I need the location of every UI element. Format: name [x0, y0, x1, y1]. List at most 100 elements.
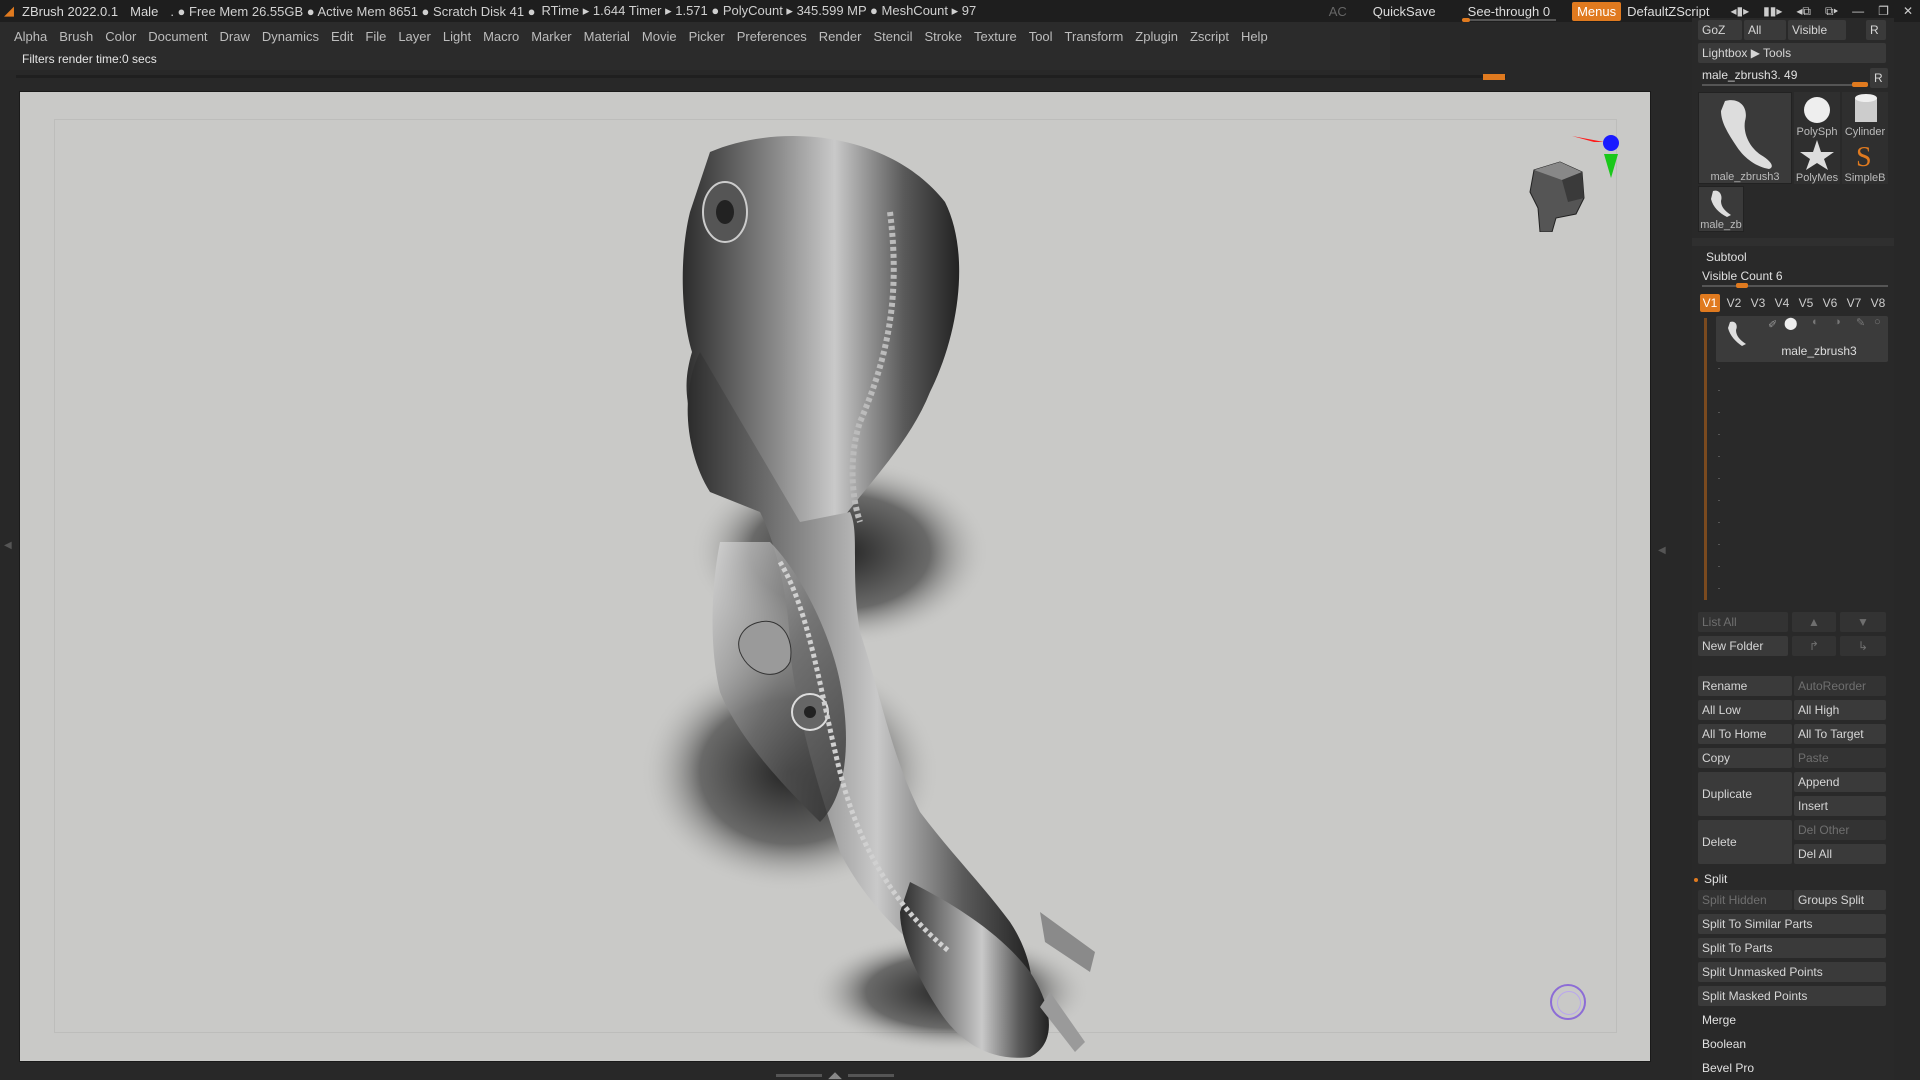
- tool-thumb-male-zb[interactable]: male_zb: [1698, 186, 1744, 232]
- menu-macro[interactable]: Macro: [483, 29, 519, 44]
- menu-alpha[interactable]: Alpha: [14, 29, 47, 44]
- layout-c-icon[interactable]: ◂⧉: [1796, 4, 1811, 19]
- tool-thumb-polymesh[interactable]: PolyMes: [1794, 138, 1840, 184]
- menu-texture[interactable]: Texture: [974, 29, 1017, 44]
- boolean-subpalette-header[interactable]: Boolean: [1702, 1037, 1746, 1051]
- tab-v3[interactable]: V3: [1748, 294, 1768, 312]
- all-high-button[interactable]: All High: [1794, 700, 1886, 720]
- restore-icon[interactable]: ❐: [1878, 4, 1889, 18]
- tab-v4[interactable]: V4: [1772, 294, 1792, 312]
- groups-split-button[interactable]: Groups Split: [1794, 890, 1886, 910]
- split-subpalette-header[interactable]: Split: [1704, 872, 1727, 886]
- move-down-icon[interactable]: ▼: [1840, 612, 1886, 632]
- rename-button[interactable]: Rename: [1698, 676, 1792, 696]
- delete-button[interactable]: Delete: [1698, 820, 1792, 864]
- navigation-cube-gizmo[interactable]: [1512, 122, 1632, 232]
- tab-v6[interactable]: V6: [1820, 294, 1840, 312]
- layout-b-icon[interactable]: ▮▮▸: [1763, 4, 1782, 18]
- left-tray-toggle-icon[interactable]: ◀: [4, 540, 12, 551]
- all-to-target-button[interactable]: All To Target: [1794, 724, 1886, 744]
- folder-out-icon[interactable]: ↱: [1792, 636, 1836, 656]
- tool-slider-handle[interactable]: [1852, 82, 1868, 87]
- split-to-parts-button[interactable]: Split To Parts: [1698, 938, 1886, 958]
- bevel-pro-subpalette-header[interactable]: Bevel Pro: [1702, 1061, 1754, 1075]
- tab-v5[interactable]: V5: [1796, 294, 1816, 312]
- menu-movie[interactable]: Movie: [642, 29, 677, 44]
- duplicate-button[interactable]: Duplicate: [1698, 772, 1792, 816]
- append-button[interactable]: Append: [1794, 772, 1886, 792]
- document-canvas[interactable]: [19, 91, 1651, 1062]
- all-low-button[interactable]: All Low: [1698, 700, 1792, 720]
- subtool-header[interactable]: Subtool: [1706, 250, 1747, 264]
- insert-button[interactable]: Insert: [1794, 796, 1886, 816]
- tab-v7[interactable]: V7: [1844, 294, 1864, 312]
- list-all-button[interactable]: List All: [1698, 612, 1788, 632]
- subtool-item-male-zbrush3[interactable]: ✐ ⬤ ◐ ◑ ✎ ○ male_zbrush3: [1716, 316, 1888, 362]
- menu-marker[interactable]: Marker: [531, 29, 571, 44]
- menu-edit[interactable]: Edit: [331, 29, 353, 44]
- bottom-tray-toggle-icon[interactable]: ◢◣: [828, 1071, 842, 1080]
- cyborg-arm-model[interactable]: [20, 92, 1651, 1062]
- tab-v2[interactable]: V2: [1724, 294, 1744, 312]
- subtool-visibility-icon[interactable]: ⬤: [1784, 316, 1797, 330]
- del-all-button[interactable]: Del All: [1794, 844, 1886, 864]
- menu-stencil[interactable]: Stencil: [873, 29, 912, 44]
- tool-r-button[interactable]: R: [1870, 68, 1888, 88]
- default-zscript-button[interactable]: DefaultZScript: [1627, 4, 1709, 19]
- subtool-scrollbar[interactable]: [1704, 318, 1707, 600]
- close-icon[interactable]: ✕: [1903, 4, 1913, 18]
- menu-document[interactable]: Document: [148, 29, 207, 44]
- layout-a-icon[interactable]: ◂▮▸: [1730, 4, 1749, 18]
- tool-thumb-polysphere[interactable]: PolySph: [1794, 92, 1840, 138]
- tab-v8[interactable]: V8: [1868, 294, 1888, 312]
- tool-thumb-simplebrush[interactable]: S SimpleB: [1842, 138, 1888, 184]
- tab-v1[interactable]: V1: [1700, 294, 1720, 312]
- split-masked-points-button[interactable]: Split Masked Points: [1698, 986, 1886, 1006]
- subtool-solo-icon[interactable]: ◑: [1834, 316, 1841, 328]
- subtool-brush-toggle-icon[interactable]: ✐: [1768, 318, 1777, 331]
- move-up-icon[interactable]: ▲: [1792, 612, 1836, 632]
- menu-render[interactable]: Render: [819, 29, 862, 44]
- menu-picker[interactable]: Picker: [689, 29, 725, 44]
- goz-button[interactable]: GoZ: [1698, 20, 1742, 40]
- all-to-home-button[interactable]: All To Home: [1698, 724, 1792, 744]
- subtool-lock-icon[interactable]: ○: [1874, 316, 1881, 328]
- folder-in-icon[interactable]: ↳: [1840, 636, 1886, 656]
- minimize-icon[interactable]: —: [1852, 4, 1864, 18]
- menu-zplugin[interactable]: Zplugin: [1135, 29, 1178, 44]
- menu-color[interactable]: Color: [105, 29, 136, 44]
- quicksave-button[interactable]: QuickSave: [1373, 4, 1436, 19]
- split-to-similar-parts-button[interactable]: Split To Similar Parts: [1698, 914, 1886, 934]
- goz-r-button[interactable]: R: [1866, 20, 1886, 40]
- layout-d-icon[interactable]: ⧉▸: [1825, 4, 1838, 19]
- visible-count-handle[interactable]: [1736, 283, 1748, 288]
- subtool-paint-icon[interactable]: ✎: [1856, 316, 1865, 329]
- menu-stroke[interactable]: Stroke: [924, 29, 962, 44]
- menu-layer[interactable]: Layer: [398, 29, 431, 44]
- menu-zscript[interactable]: Zscript: [1190, 29, 1229, 44]
- subtool-polypaint-icon[interactable]: ◐: [1812, 316, 1819, 328]
- menu-file[interactable]: File: [365, 29, 386, 44]
- bottom-tray-handle[interactable]: ◢◣: [770, 1071, 900, 1080]
- menu-dynamics[interactable]: Dynamics: [262, 29, 319, 44]
- menu-brush[interactable]: Brush: [59, 29, 93, 44]
- merge-subpalette-header[interactable]: Merge: [1702, 1013, 1736, 1027]
- split-hidden-button[interactable]: Split Hidden: [1698, 890, 1792, 910]
- goz-visible-button[interactable]: Visible: [1788, 20, 1846, 40]
- new-folder-button[interactable]: New Folder: [1698, 636, 1788, 656]
- tool-thumb-male-zbrush3[interactable]: male_zbrush3: [1698, 92, 1792, 184]
- menu-material[interactable]: Material: [584, 29, 630, 44]
- menus-toggle-button[interactable]: Menus: [1572, 1, 1622, 21]
- right-tray-toggle-icon[interactable]: ◀: [1658, 545, 1666, 556]
- tool-thumb-cylinder[interactable]: Cylinder: [1842, 92, 1888, 138]
- paste-button[interactable]: Paste: [1794, 748, 1886, 768]
- lightbox-tools-button[interactable]: Lightbox ▶ Tools: [1698, 43, 1886, 63]
- autoreorder-button[interactable]: AutoReorder: [1794, 676, 1886, 696]
- split-unmasked-points-button[interactable]: Split Unmasked Points: [1698, 962, 1886, 982]
- see-through-slider[interactable]: See-through 0: [1461, 4, 1557, 22]
- ac-button[interactable]: AC: [1329, 4, 1347, 19]
- menu-transform[interactable]: Transform: [1065, 29, 1124, 44]
- menu-light[interactable]: Light: [443, 29, 471, 44]
- menu-draw[interactable]: Draw: [220, 29, 250, 44]
- menu-preferences[interactable]: Preferences: [737, 29, 807, 44]
